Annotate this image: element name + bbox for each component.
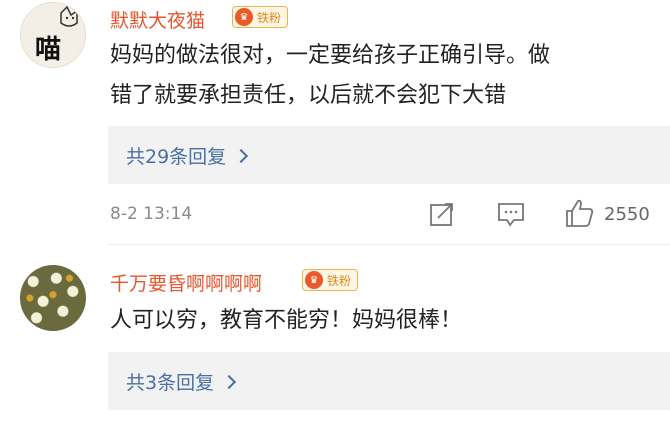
- replies-summary[interactable]: 共29条回复: [108, 126, 670, 184]
- comment-text: 人可以穷，教育不能穷！妈妈很棒！: [110, 301, 660, 341]
- timestamp: 8-2 13:14: [110, 204, 193, 224]
- replies-link[interactable]: 共29条回复: [126, 142, 226, 169]
- username[interactable]: 千万要昏啊啊啊啊: [110, 269, 262, 296]
- fan-badge-icon: ♛: [305, 271, 323, 289]
- share-icon[interactable]: [428, 200, 456, 228]
- comment-line: 妈妈的做法很对，一定要给孩子正确引导。做: [110, 43, 551, 68]
- fan-badge-label: 铁粉: [327, 273, 352, 288]
- replies-link[interactable]: 共3条回复: [126, 368, 214, 395]
- fan-badge-icon: ♛: [235, 8, 253, 26]
- like-icon[interactable]: [564, 197, 596, 229]
- like-count: 2550: [604, 204, 650, 225]
- comment-line: 错了就要承担责任，以后就不会犯下大错: [110, 83, 507, 108]
- comment-item: 喵 默默大夜猫 ♛ 铁粉 妈妈的做法很对，一定要给孩子正确引导。做 错了就要承担…: [0, 0, 670, 245]
- fan-badge-label: 铁粉: [257, 10, 282, 25]
- comment-icon[interactable]: [496, 200, 526, 228]
- avatar[interactable]: 喵: [20, 2, 86, 68]
- avatar-text: 喵: [35, 35, 62, 65]
- username[interactable]: 默默大夜猫: [110, 6, 205, 33]
- replies-summary[interactable]: 共3条回复: [108, 352, 670, 410]
- chevron-right-icon: [234, 148, 249, 163]
- comment-item: 千万要昏啊啊啊啊 ♛ 铁粉 人可以穷，教育不能穷！妈妈很棒！ 共3条回复: [0, 245, 670, 421]
- fan-badge[interactable]: ♛ 铁粉: [302, 269, 358, 291]
- comment-line: 人可以穷，教育不能穷！妈妈很棒！: [110, 308, 463, 333]
- avatar[interactable]: [20, 265, 86, 331]
- chevron-right-icon: [222, 374, 237, 389]
- fan-badge[interactable]: ♛ 铁粉: [232, 6, 288, 28]
- comment-text: 妈妈的做法很对，一定要给孩子正确引导。做 错了就要承担责任，以后就不会犯下大错: [110, 36, 660, 116]
